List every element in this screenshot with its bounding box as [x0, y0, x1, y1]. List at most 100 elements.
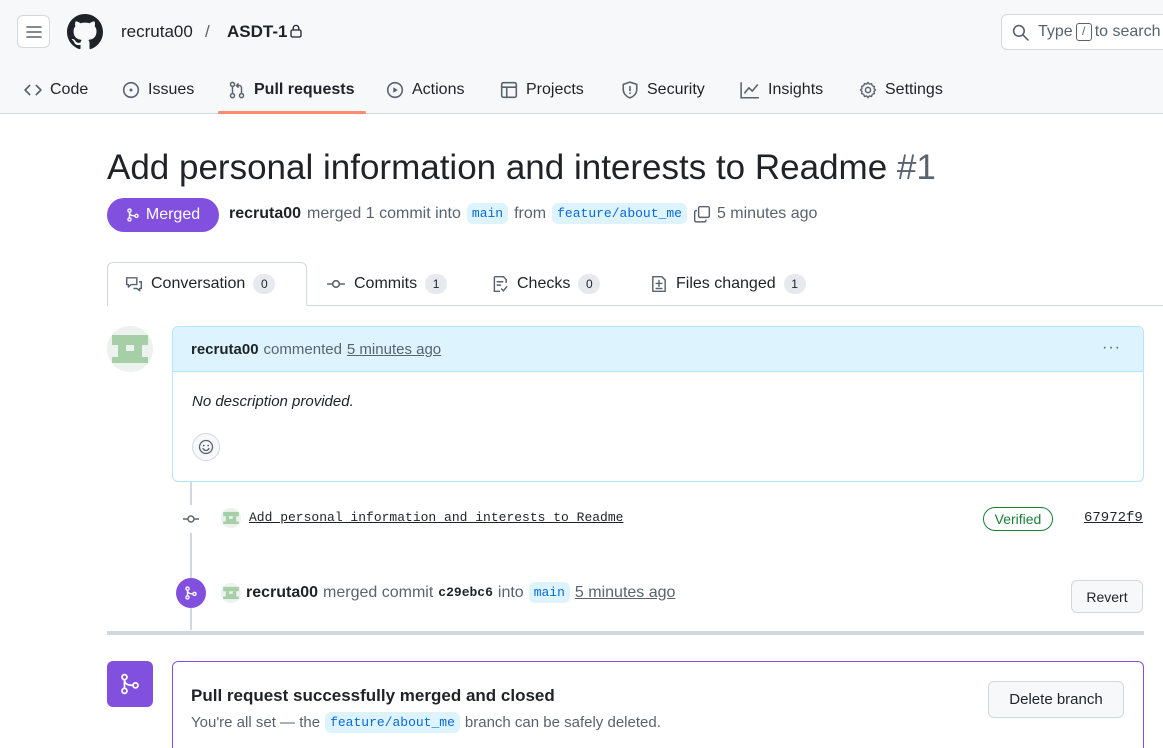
comment-header: recruta00 commented 5 minutes ago ··· [173, 327, 1143, 372]
avatar[interactable] [107, 326, 153, 372]
merge-into-text: into [497, 583, 524, 601]
tab-commits-count: 1 [425, 274, 448, 294]
breadcrumb-repo[interactable]: ASDT-1 [227, 20, 287, 44]
gear-icon [859, 81, 877, 99]
pr-from-text: from [514, 204, 547, 222]
merge-event: recruta00 merged commit c29ebc6 into mai… [246, 582, 675, 603]
github-logo-icon[interactable] [67, 14, 103, 50]
search-shortcut-key: / [1075, 23, 1092, 41]
pr-merged-text: merged 1 commit into [307, 204, 461, 222]
nav-security[interactable]: Security [621, 76, 705, 104]
menu-button[interactable] [17, 15, 50, 48]
pull-request-icon [229, 81, 245, 99]
merge-status-prefix: You're all set — the [191, 714, 321, 731]
tab-files-changed-count: 1 [783, 274, 806, 294]
checklist-icon [493, 275, 508, 293]
merge-commit-sha[interactable]: c29ebc6 [438, 585, 493, 600]
status-badge-label: Merged [145, 206, 201, 223]
revert-button[interactable]: Revert [1071, 580, 1143, 613]
merge-node [176, 578, 206, 608]
issue-icon [122, 81, 140, 99]
nav-settings[interactable]: Settings [859, 76, 943, 104]
play-icon [386, 81, 404, 99]
active-tab-indicator [218, 111, 366, 114]
git-commit-icon [327, 279, 345, 289]
search-placeholder: Type / to search [1038, 23, 1161, 41]
head-branch[interactable]: feature/about_me [552, 203, 687, 224]
timeline-divider [107, 631, 1144, 635]
nav-settings-label: Settings [885, 81, 943, 98]
nav-security-label: Security [647, 81, 705, 98]
search-input[interactable]: Type / to search [1001, 14, 1163, 50]
search-suffix: to search [1094, 23, 1161, 40]
tab-checks-label: Checks [517, 275, 571, 292]
search-icon [1012, 24, 1029, 41]
identicon-avatar [107, 326, 153, 372]
graph-icon [740, 82, 759, 99]
git-commit-icon [183, 515, 199, 523]
nav-actions[interactable]: Actions [386, 76, 464, 104]
pr-meta: recruta00 merged 1 commit into main from… [229, 203, 817, 224]
tab-checks-count: 0 [578, 274, 601, 294]
merge-author[interactable]: recruta00 [246, 584, 318, 602]
nav-actions-label: Actions [412, 81, 465, 98]
breadcrumb-separator: / [205, 22, 210, 41]
pr-time: 5 minutes ago [716, 204, 818, 222]
lock-icon [290, 24, 302, 38]
nav-code[interactable]: Code [24, 76, 88, 104]
pr-author[interactable]: recruta00 [229, 205, 301, 223]
merge-branch[interactable]: main [528, 582, 570, 603]
tab-commits[interactable]: Commits 1 [326, 262, 448, 306]
comment-body: No description provided. [192, 393, 354, 410]
pr-number: #1 [896, 148, 936, 187]
hamburger-icon [25, 25, 42, 38]
tab-commits-label: Commits [354, 275, 418, 292]
copy-icon[interactable] [693, 205, 711, 223]
commit-sha-link[interactable]: 67972f9 [1084, 510, 1143, 526]
tab-conversation-count: 0 [253, 274, 276, 294]
merge-status-card: Pull request successfully merged and clo… [172, 661, 1144, 748]
base-branch[interactable]: main [466, 203, 509, 224]
git-merge-icon [185, 586, 197, 600]
delete-branch-button[interactable]: Delete branch [988, 681, 1124, 718]
merge-text: merged commit [323, 583, 434, 601]
comment-card: recruta00 commented 5 minutes ago ··· No… [172, 326, 1144, 482]
kebab-menu-icon[interactable]: ··· [1102, 339, 1121, 357]
nav-pull-requests-label: Pull requests [254, 81, 355, 98]
status-badge: Merged [107, 198, 219, 232]
tab-checks[interactable]: Checks 0 [491, 262, 601, 306]
commit-node [177, 505, 205, 533]
add-reaction-button[interactable] [192, 433, 220, 461]
search-prefix: Type [1038, 23, 1073, 40]
merge-status-suffix: branch can be safely deleted. [464, 714, 661, 731]
tab-conversation[interactable]: Conversation 0 [107, 262, 307, 306]
nav-projects-label: Projects [526, 81, 584, 98]
commit-message-link[interactable]: Add personal information and interests t… [249, 510, 623, 525]
merged-branch-chip[interactable]: feature/about_me [325, 712, 460, 733]
file-diff-icon [652, 275, 666, 293]
nav-projects[interactable]: Projects [500, 76, 584, 104]
nav-insights-label: Insights [768, 81, 824, 98]
tab-files-changed[interactable]: Files changed 1 [650, 262, 806, 306]
comment-author[interactable]: recruta00 [191, 341, 259, 358]
merge-status-subtitle: You're all set — the feature/about_me br… [191, 712, 661, 733]
shield-icon [622, 81, 638, 99]
comment-time[interactable]: 5 minutes ago [347, 341, 441, 358]
merge-time[interactable]: 5 minutes ago [575, 584, 676, 602]
global-header: recruta00 / ASDT-1 Type / to search [0, 0, 1163, 64]
code-icon [24, 84, 42, 96]
commit-avatar[interactable] [221, 508, 241, 528]
tab-conversation-label: Conversation [151, 275, 246, 292]
nav-code-label: Code [50, 81, 89, 98]
breadcrumb-owner[interactable]: recruta00 [121, 20, 193, 44]
nav-issues[interactable]: Issues [122, 76, 194, 104]
nav-insights[interactable]: Insights [740, 76, 823, 104]
smiley-icon [198, 439, 214, 455]
nav-pull-requests[interactable]: Pull requests [228, 76, 354, 104]
verified-badge[interactable]: Verified [983, 507, 1053, 531]
git-merge-icon [127, 208, 139, 222]
tab-files-changed-label: Files changed [676, 275, 776, 292]
pr-title-text: Add personal information and interests t… [107, 148, 888, 187]
merged-status-icon [107, 661, 153, 707]
merge-avatar[interactable] [221, 583, 241, 603]
